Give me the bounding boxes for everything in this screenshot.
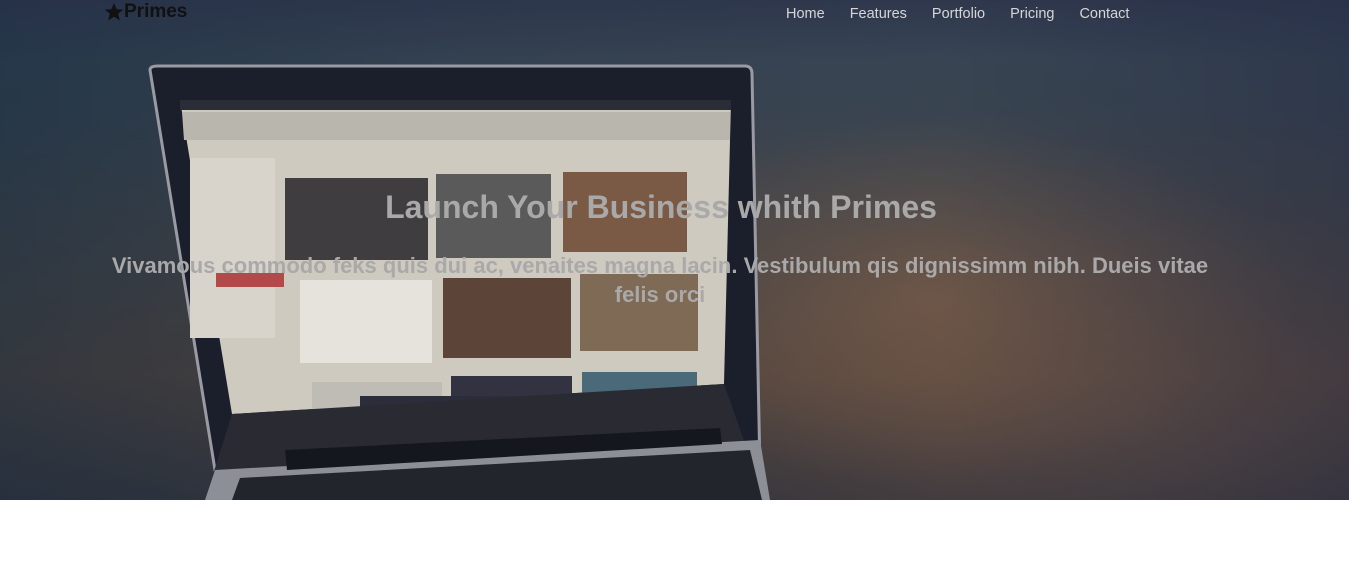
nav-links: Home Features Portfolio Pricing Contact: [786, 6, 1129, 22]
nav-link-pricing[interactable]: Pricing: [1010, 6, 1054, 22]
nav-link-contact[interactable]: Contact: [1079, 6, 1129, 22]
nav-link-features[interactable]: Features: [850, 6, 907, 22]
navbar: Primes Home Features Portfolio Pricing C…: [0, 0, 1349, 30]
nav-link-portfolio[interactable]: Portfolio: [932, 6, 985, 22]
hero-subtitle: Vivamous commodo feks quis dui ac, venai…: [111, 253, 1209, 307]
star-icon: [104, 2, 124, 22]
hero-title: Launch Your Business whith Primes: [385, 189, 937, 225]
hero-section: Primes Home Features Portfolio Pricing C…: [0, 0, 1349, 500]
laptop-background-image: [148, 64, 770, 500]
brand-name: Primes: [124, 1, 188, 22]
brand-logo-link[interactable]: Primes: [104, 0, 187, 24]
nav-link-home[interactable]: Home: [786, 6, 825, 22]
